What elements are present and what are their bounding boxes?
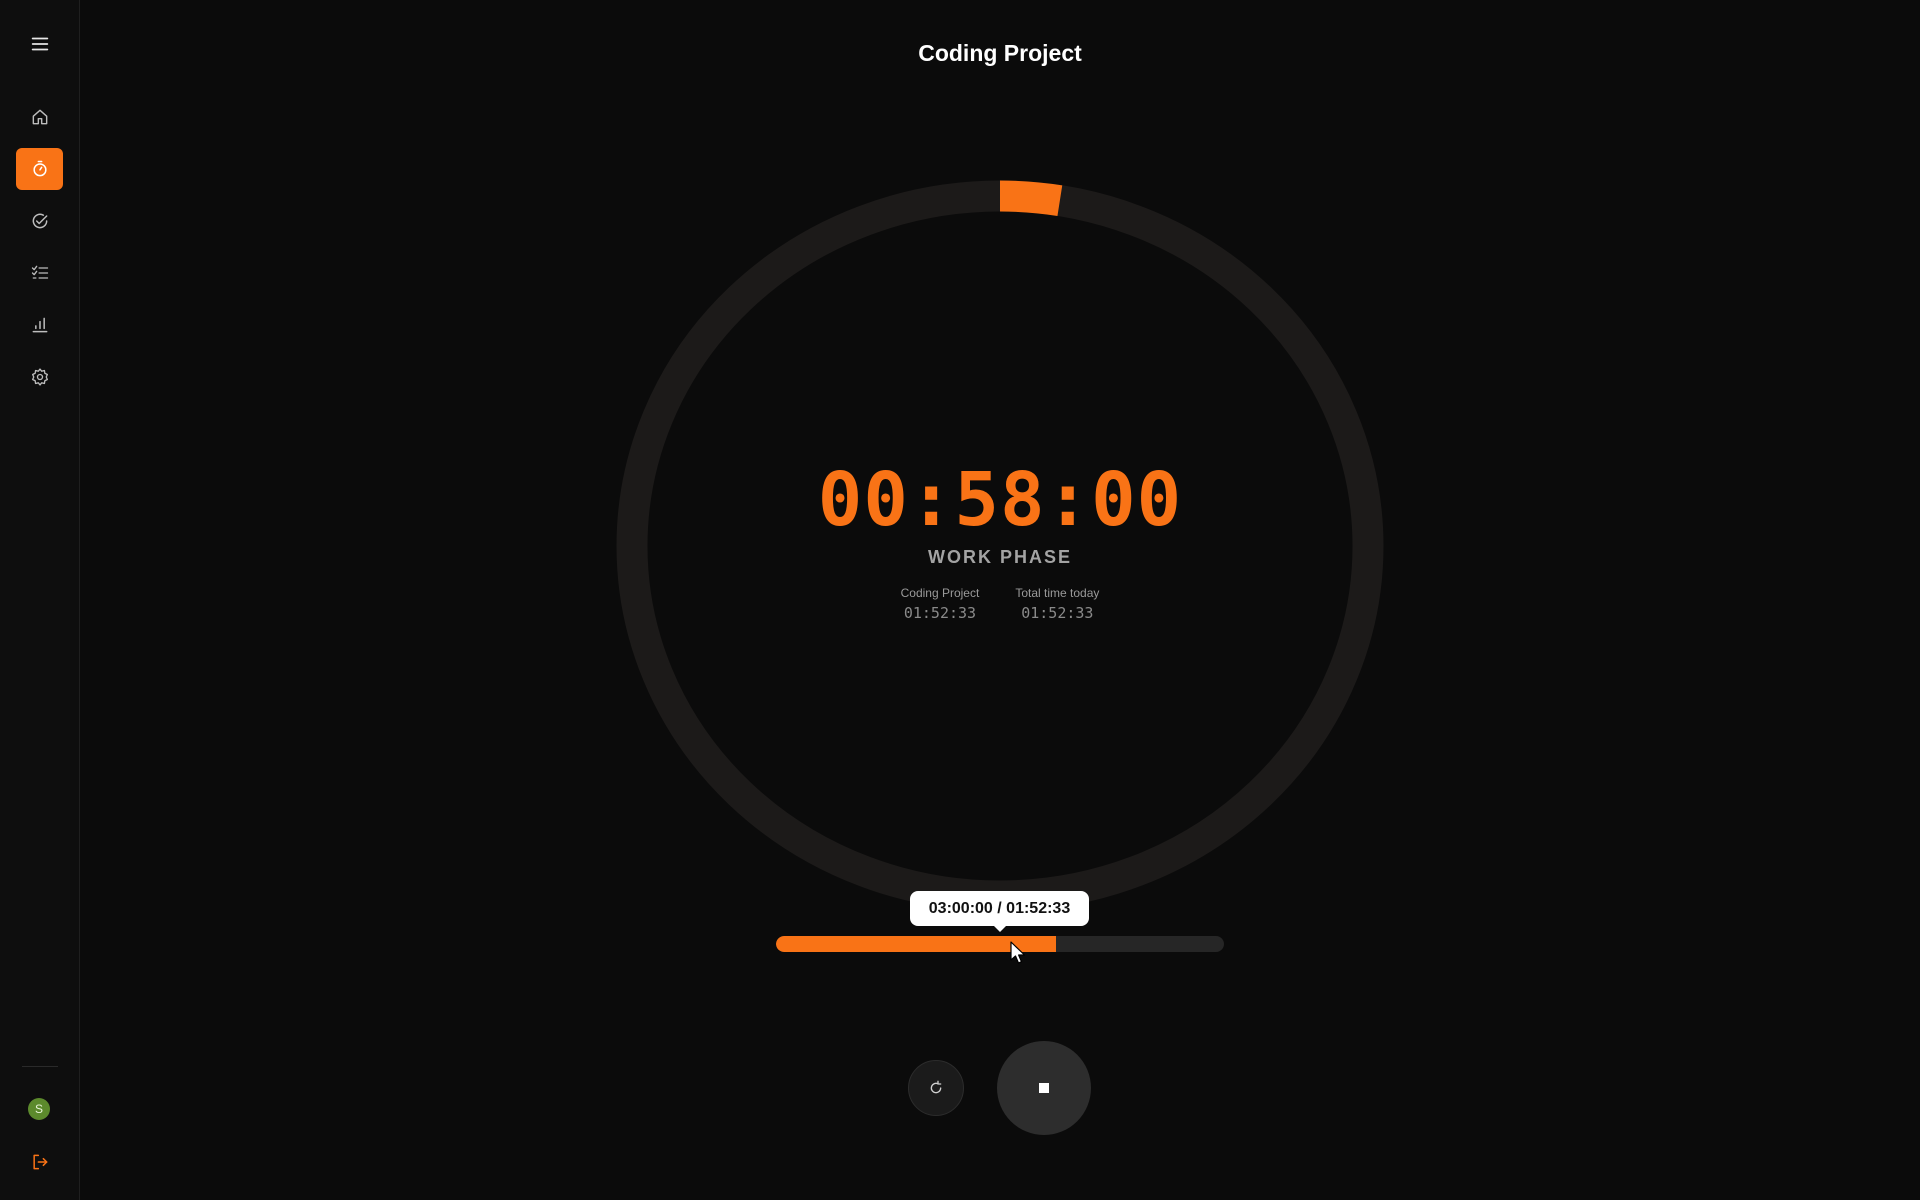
stop-button[interactable] — [997, 1041, 1091, 1135]
stat-project-time: Coding Project 01:52:33 — [901, 586, 980, 622]
page-title: Coding Project — [918, 40, 1082, 66]
reset-button[interactable] — [908, 1060, 964, 1116]
mouse-cursor-icon — [1010, 941, 1026, 964]
timer-center: 00:58:00 WORK PHASE Coding Project 01:52… — [700, 455, 1300, 622]
hamburger-menu-icon — [31, 37, 48, 51]
stat-label: Coding Project — [900, 586, 980, 600]
sidebar-item-settings[interactable] — [16, 356, 63, 398]
sidebar-item-tasks[interactable] — [16, 252, 63, 294]
check-circle-icon — [32, 213, 47, 229]
avatar[interactable]: S — [28, 1098, 50, 1120]
sidebar-item-home[interactable] — [16, 96, 63, 138]
progress-tooltip: 03:00:00 / 01:52:33 — [910, 891, 1089, 932]
progress-slider[interactable] — [776, 936, 1224, 952]
app-window: S Coding Project 00:58:00 WORK PHASE Cod… — [0, 0, 1920, 1200]
stat-value: 01:52:33 — [1021, 604, 1094, 622]
stat-total-today: Total time today 01:52:33 — [1015, 586, 1099, 622]
sidebar-item-timer[interactable] — [16, 148, 63, 190]
gear-icon — [31, 368, 48, 386]
reset-icon — [930, 1080, 942, 1094]
bar-chart-icon — [32, 317, 47, 333]
logout-icon — [32, 1154, 47, 1170]
timer-icon — [32, 160, 47, 177]
stat-value: 01:52:33 — [903, 604, 977, 622]
logout-button[interactable] — [16, 1141, 63, 1183]
menu-button[interactable] — [16, 23, 63, 65]
phase-label: WORK PHASE — [927, 547, 1072, 567]
checklist-icon — [31, 265, 48, 279]
sidebar-item-goals[interactable] — [16, 200, 63, 242]
time-stats: Coding Project 01:52:33 Total time today… — [700, 586, 1300, 622]
timer-display: 00:58:00 — [817, 457, 1183, 543]
sidebar-divider — [22, 1066, 58, 1067]
stat-label: Total time today — [1015, 586, 1100, 600]
sidebar: S — [0, 0, 80, 1200]
sidebar-item-stats[interactable] — [16, 304, 63, 346]
home-icon — [32, 109, 47, 125]
timer-ring-progress — [999, 180, 1063, 217]
stop-icon — [1039, 1083, 1049, 1093]
